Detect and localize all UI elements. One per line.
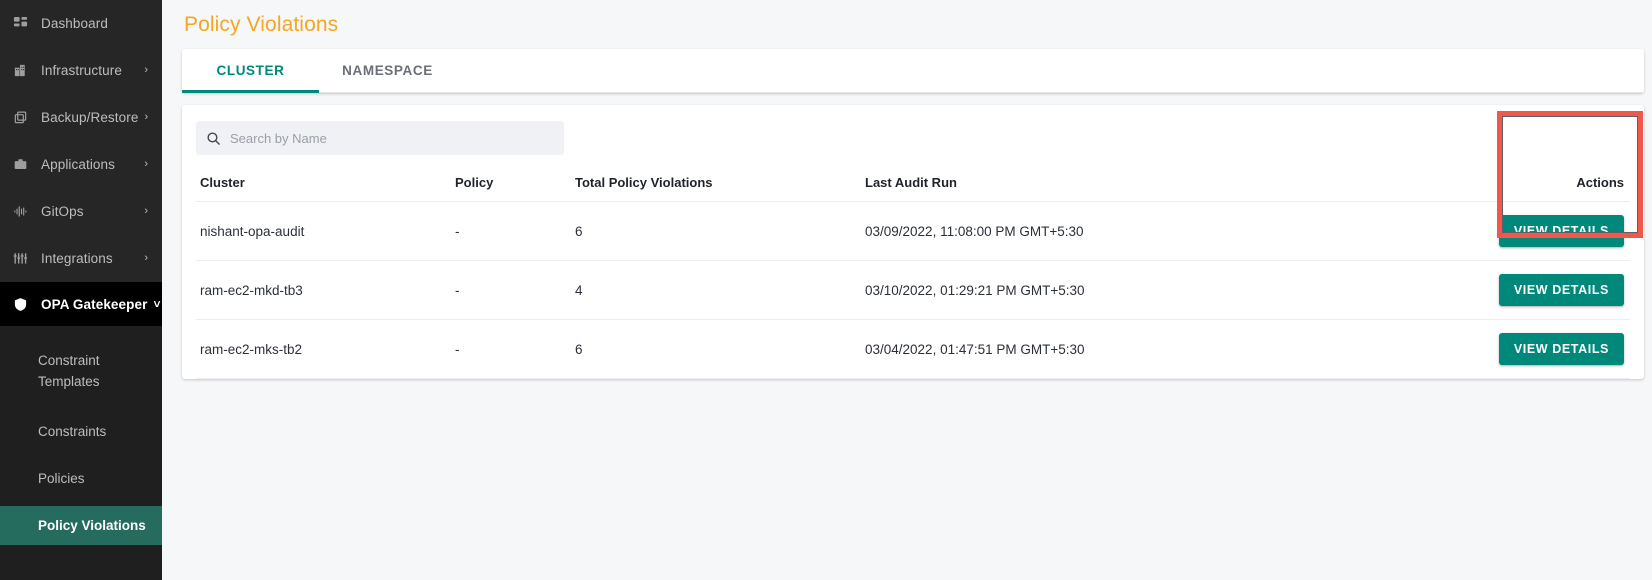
sidebar-subitem-label: Policies bbox=[38, 471, 85, 486]
sidebar-group-opa-gatekeeper[interactable]: OPA Gatekeeper ˅ bbox=[0, 282, 162, 326]
cell-policy: - bbox=[451, 201, 571, 261]
chevron-right-icon: › bbox=[144, 64, 148, 76]
sidebar-subnav: Constraint Templates Constraints Policie… bbox=[0, 326, 162, 580]
cell-total-violations: 6 bbox=[571, 201, 861, 261]
cell-actions: VIEW DETAILS bbox=[1420, 319, 1630, 379]
briefcase-icon bbox=[9, 154, 31, 176]
subnav-spacer bbox=[0, 330, 162, 338]
chevron-right-icon: › bbox=[144, 205, 148, 217]
sidebar-item-label: Integrations bbox=[41, 251, 113, 266]
sidebar: Dashboard Infrastructure › Backup/Restor… bbox=[0, 0, 162, 580]
cell-cluster: ram-ec2-mks-tb2 bbox=[196, 319, 451, 379]
main-content: Policy Violations CLUSTER NAMESPACE Sear… bbox=[162, 0, 1652, 580]
sidebar-subitem-label: Constraint Templates bbox=[38, 353, 100, 389]
sidebar-item-label: Backup/Restore bbox=[41, 110, 139, 125]
search-icon bbox=[206, 131, 230, 146]
tab-cluster[interactable]: CLUSTER bbox=[182, 49, 319, 93]
sidebar-group-label: OPA Gatekeeper bbox=[41, 296, 148, 312]
cell-total-violations: 4 bbox=[571, 260, 861, 320]
sidebar-subitem-label: Constraints bbox=[38, 424, 107, 439]
subnav-spacer bbox=[0, 404, 162, 412]
app-root: Dashboard Infrastructure › Backup/Restor… bbox=[0, 0, 1652, 580]
column-header-actions: Actions bbox=[1420, 165, 1630, 202]
tab-namespace[interactable]: NAMESPACE bbox=[319, 49, 456, 92]
sidebar-item-dashboard[interactable]: Dashboard bbox=[0, 0, 162, 47]
tabs-card: CLUSTER NAMESPACE bbox=[182, 49, 1644, 93]
sidebar-item-label: Infrastructure bbox=[41, 63, 122, 78]
subnav-spacer bbox=[0, 451, 162, 459]
violations-table: Cluster Policy Total Policy Violations L… bbox=[196, 165, 1630, 379]
subnav-spacer bbox=[0, 498, 162, 506]
sidebar-item-integrations[interactable]: Integrations › bbox=[0, 235, 162, 282]
sidebar-item-constraint-templates[interactable]: Constraint Templates bbox=[0, 338, 162, 404]
chevron-down-icon: ˅ bbox=[153, 297, 161, 311]
chevron-right-icon: › bbox=[144, 158, 148, 170]
cell-policy: - bbox=[451, 260, 571, 320]
search-box[interactable] bbox=[196, 121, 564, 155]
column-header-policy: Policy bbox=[451, 165, 571, 202]
table-body: nishant-opa-audit - 6 03/09/2022, 11:08:… bbox=[196, 201, 1630, 379]
cell-last-audit-run: 03/10/2022, 01:29:21 PM GMT+5:30 bbox=[861, 260, 1420, 320]
table-row: ram-ec2-mks-tb2 - 6 03/04/2022, 01:47:51… bbox=[196, 319, 1630, 379]
cell-last-audit-run: 03/04/2022, 01:47:51 PM GMT+5:30 bbox=[861, 319, 1420, 379]
view-details-button[interactable]: VIEW DETAILS bbox=[1498, 333, 1624, 365]
tab-label: CLUSTER bbox=[216, 63, 285, 78]
page-title: Policy Violations bbox=[184, 13, 339, 36]
cell-actions: VIEW DETAILS bbox=[1420, 201, 1630, 261]
tab-label: NAMESPACE bbox=[342, 63, 433, 78]
sliders-icon bbox=[9, 248, 31, 270]
dashboard-grid-icon bbox=[9, 13, 31, 35]
building-icon bbox=[9, 60, 31, 82]
sidebar-item-label: Applications bbox=[41, 157, 115, 172]
search-area bbox=[196, 119, 1630, 165]
sidebar-item-label: Dashboard bbox=[41, 16, 108, 31]
cell-policy: - bbox=[451, 319, 571, 379]
layers-copy-icon bbox=[9, 107, 31, 129]
table-row: ram-ec2-mkd-tb3 - 4 03/10/2022, 01:29:21… bbox=[196, 260, 1630, 320]
tab-bar: CLUSTER NAMESPACE bbox=[182, 49, 1644, 93]
sidebar-item-gitops[interactable]: GitOps › bbox=[0, 188, 162, 235]
sidebar-item-backup-restore[interactable]: Backup/Restore › bbox=[0, 94, 162, 141]
table-header-row: Cluster Policy Total Policy Violations L… bbox=[196, 165, 1630, 202]
sidebar-subitem-label: Policy Violations bbox=[38, 518, 146, 533]
cell-cluster: nishant-opa-audit bbox=[196, 201, 451, 261]
cell-total-violations: 6 bbox=[571, 319, 861, 379]
column-header-last-audit-run: Last Audit Run bbox=[861, 165, 1420, 202]
sidebar-item-constraints[interactable]: Constraints bbox=[0, 412, 162, 451]
sidebar-item-label: GitOps bbox=[41, 204, 84, 219]
view-details-button[interactable]: VIEW DETAILS bbox=[1498, 215, 1624, 247]
view-details-button[interactable]: VIEW DETAILS bbox=[1498, 274, 1624, 306]
sidebar-item-applications[interactable]: Applications › bbox=[0, 141, 162, 188]
sidebar-item-policy-violations[interactable]: Policy Violations bbox=[0, 506, 162, 545]
search-input[interactable] bbox=[230, 130, 554, 146]
column-header-cluster: Cluster bbox=[196, 165, 451, 202]
cell-actions: VIEW DETAILS bbox=[1420, 260, 1630, 320]
violations-table-card: Cluster Policy Total Policy Violations L… bbox=[182, 105, 1644, 379]
cell-last-audit-run: 03/09/2022, 11:08:00 PM GMT+5:30 bbox=[861, 201, 1420, 261]
waveform-icon bbox=[9, 201, 31, 223]
chevron-right-icon: › bbox=[144, 252, 148, 264]
column-header-total-violations: Total Policy Violations bbox=[571, 165, 861, 202]
cell-cluster: ram-ec2-mkd-tb3 bbox=[196, 260, 451, 320]
sidebar-item-infrastructure[interactable]: Infrastructure › bbox=[0, 47, 162, 94]
shield-icon bbox=[9, 293, 31, 315]
chevron-right-icon: › bbox=[144, 111, 149, 123]
table-head: Cluster Policy Total Policy Violations L… bbox=[196, 165, 1630, 202]
table-row: nishant-opa-audit - 6 03/09/2022, 11:08:… bbox=[196, 201, 1630, 261]
sidebar-item-policies[interactable]: Policies bbox=[0, 459, 162, 498]
